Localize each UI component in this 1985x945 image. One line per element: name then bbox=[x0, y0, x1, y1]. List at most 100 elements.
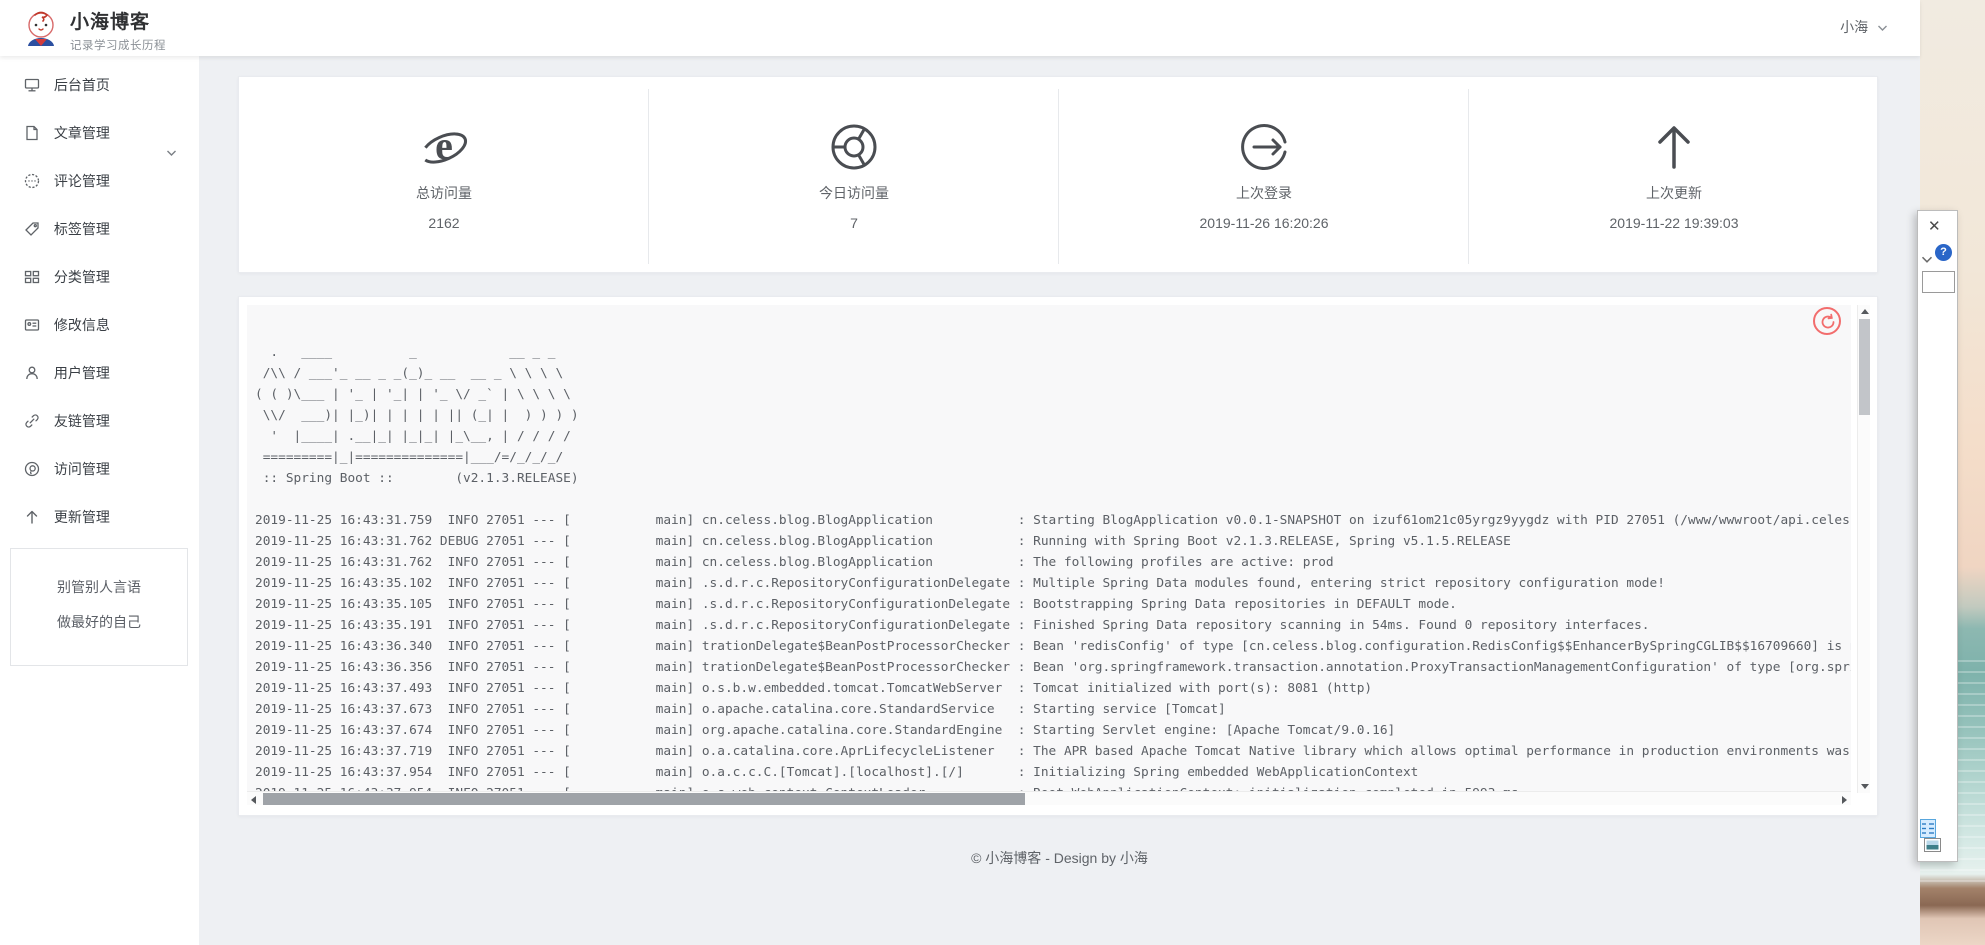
monitor-icon bbox=[24, 64, 40, 80]
stat-last-login: 上次登录 2019-11-26 16:20:26 bbox=[1059, 77, 1469, 274]
console-lines: . ____ _ __ _ _ /\\ / ___'_ __ _ _(_)_ _… bbox=[255, 321, 1851, 804]
stat-last-update: 上次更新 2019-11-22 19:39:03 bbox=[1469, 77, 1879, 274]
sidebar-item-users[interactable]: 用户管理 bbox=[0, 349, 199, 397]
console-line: ' |____| .__|_| |_|_| |_\__, | / / / / bbox=[255, 426, 1851, 447]
sidebar-item-label: 后台首页 bbox=[54, 77, 110, 93]
console-line: 2019-11-25 16:43:35.102 INFO 27051 --- [… bbox=[255, 573, 1851, 594]
sidebar-item-label: 友链管理 bbox=[54, 413, 110, 429]
app-header: 小海博客 记录学习成长历程 小海 bbox=[0, 0, 1920, 56]
scroll-left-arrow[interactable] bbox=[251, 796, 256, 804]
sidebar-item-label: 修改信息 bbox=[54, 317, 110, 333]
sidebar-item-label: 标签管理 bbox=[54, 221, 110, 237]
sidebar-item-articles[interactable]: 文章管理 bbox=[0, 109, 199, 157]
comment-icon bbox=[24, 160, 40, 176]
up-arrow-icon bbox=[24, 496, 40, 512]
console-line: 2019-11-25 16:43:35.105 INFO 27051 --- [… bbox=[255, 594, 1851, 615]
side-dialog: ✕ ? bbox=[1917, 210, 1958, 862]
user-name: 小海 bbox=[1840, 19, 1868, 35]
console-line: 2019-11-25 16:43:37.719 INFO 27051 --- [… bbox=[255, 741, 1851, 762]
sidebar-quote: 别管别人言语 做最好的自己 bbox=[10, 548, 188, 666]
refresh-button[interactable] bbox=[1813, 307, 1841, 335]
horizontal-scrollbar[interactable] bbox=[247, 791, 1851, 805]
app-subtitle: 记录学习成长历程 bbox=[70, 37, 166, 53]
console-line bbox=[255, 489, 1851, 510]
sidebar-item-dashboard[interactable]: 后台首页 bbox=[0, 61, 199, 109]
link-icon bbox=[24, 400, 40, 416]
user-icon bbox=[24, 352, 40, 368]
chevron-down-icon[interactable] bbox=[1921, 251, 1933, 269]
quote-line: 别管别人言语 bbox=[11, 570, 187, 605]
chevron-down-icon bbox=[1877, 24, 1888, 32]
console-line: . ____ _ __ _ _ bbox=[255, 342, 1851, 363]
logo-avatar[interactable] bbox=[22, 9, 60, 47]
sidebar-item-tags[interactable]: 标签管理 bbox=[0, 205, 199, 253]
stat-value: 2162 bbox=[239, 215, 649, 231]
console-line: :: Spring Boot :: (v2.1.3.RELEASE) bbox=[255, 468, 1851, 489]
close-icon[interactable]: ✕ bbox=[1928, 219, 1941, 235]
stat-label: 总访问量 bbox=[239, 183, 649, 203]
sidebar-item-label: 更新管理 bbox=[54, 509, 110, 525]
console-line: 2019-11-25 16:43:36.340 INFO 27051 --- [… bbox=[255, 636, 1851, 657]
stat-value: 7 bbox=[649, 215, 1059, 231]
help-icon[interactable]: ? bbox=[1935, 244, 1952, 261]
scroll-up-arrow[interactable] bbox=[1861, 309, 1869, 314]
brand-block: 小海博客 记录学习成长历程 bbox=[70, 7, 166, 53]
scroll-right-arrow[interactable] bbox=[1842, 796, 1847, 804]
console-line: 2019-11-25 16:43:31.762 INFO 27051 --- [… bbox=[255, 552, 1851, 573]
view-mode-toggle bbox=[1920, 819, 1957, 857]
sidebar-item-visits[interactable]: 访问管理 bbox=[0, 445, 199, 493]
log-console: . ____ _ __ _ _ /\\ / ___'_ __ _ _(_)_ _… bbox=[247, 305, 1851, 805]
stat-label: 上次更新 bbox=[1469, 183, 1879, 203]
console-line: /\\ / ___'_ __ _ _(_)_ __ __ _ \ \ \ \ bbox=[255, 363, 1851, 384]
sidebar-item-label: 分类管理 bbox=[54, 269, 110, 285]
vertical-scroll-thumb[interactable] bbox=[1859, 319, 1870, 415]
sidebar-item-label: 用户管理 bbox=[54, 365, 110, 381]
browser-page: 小海博客 记录学习成长历程 小海 后台首页 bbox=[0, 0, 1920, 945]
stats-card: e 总访问量 2162 今日访问量 7 bbox=[238, 76, 1878, 273]
page-footer: © 小海博客 - Design by 小海 bbox=[199, 848, 1920, 868]
sidebar-item-updates[interactable]: 更新管理 bbox=[0, 493, 199, 541]
screen: 小海博客 记录学习成长历程 小海 后台首页 bbox=[0, 0, 1985, 945]
log-card: . ____ _ __ _ _ /\\ / ___'_ __ _ _(_)_ _… bbox=[238, 296, 1878, 816]
stat-value: 2019-11-22 19:39:03 bbox=[1469, 215, 1879, 231]
tag-icon bbox=[24, 208, 40, 224]
sidebar-item-links[interactable]: 友链管理 bbox=[0, 397, 199, 445]
ie-logo-icon: e bbox=[239, 121, 649, 177]
compass-icon bbox=[24, 448, 40, 464]
login-icon bbox=[1059, 121, 1469, 177]
chrome-logo-icon bbox=[649, 121, 1059, 177]
sidebar-item-profile[interactable]: 修改信息 bbox=[0, 301, 199, 349]
sidebar-item-categories[interactable]: 分类管理 bbox=[0, 253, 199, 301]
stat-total-visits: e 总访问量 2162 bbox=[239, 77, 649, 274]
avatar-image bbox=[22, 9, 60, 47]
horizontal-scroll-thumb[interactable] bbox=[263, 793, 1025, 805]
refresh-icon bbox=[1819, 313, 1837, 331]
grid-icon bbox=[24, 256, 40, 272]
dialog-input[interactable] bbox=[1922, 271, 1955, 293]
stat-label: 今日访问量 bbox=[649, 183, 1059, 203]
scroll-down-arrow[interactable] bbox=[1861, 784, 1869, 789]
console-line: =========|_|==============|___/=/_/_/_/ bbox=[255, 447, 1851, 468]
console-line: \\/ ___)| |_)| | | | | || (_| | ) ) ) ) bbox=[255, 405, 1851, 426]
console-line: 2019-11-25 16:43:37.493 INFO 27051 --- [… bbox=[255, 678, 1851, 699]
sidebar-item-label: 访问管理 bbox=[54, 461, 110, 477]
console-line: 2019-11-25 16:43:37.674 INFO 27051 --- [… bbox=[255, 720, 1851, 741]
console-line: ( ( )\___ | '_ | '_| | '_ \/ _` | \ \ \ … bbox=[255, 384, 1851, 405]
quote-line: 做最好的自己 bbox=[11, 605, 187, 640]
console-line: 2019-11-25 16:43:36.356 INFO 27051 --- [… bbox=[255, 657, 1851, 678]
console-line: 2019-11-25 16:43:37.673 INFO 27051 --- [… bbox=[255, 699, 1851, 720]
vertical-scrollbar[interactable] bbox=[1857, 305, 1870, 793]
console-line: 2019-11-25 16:43:35.191 INFO 27051 --- [… bbox=[255, 615, 1851, 636]
thumbnail-view-icon[interactable] bbox=[1924, 838, 1941, 857]
sidebar-item-label: 评论管理 bbox=[54, 173, 110, 189]
sidebar-item-comments[interactable]: 评论管理 bbox=[0, 157, 199, 205]
document-icon bbox=[24, 112, 40, 128]
console-line: 2019-11-25 16:43:31.762 DEBUG 27051 --- … bbox=[255, 531, 1851, 552]
details-view-icon[interactable] bbox=[1920, 819, 1936, 838]
sidebar-item-label: 文章管理 bbox=[54, 125, 110, 141]
app-title: 小海博客 bbox=[70, 7, 166, 34]
user-menu[interactable]: 小海 bbox=[1840, 17, 1888, 37]
update-icon bbox=[1469, 121, 1879, 177]
stat-today-visits: 今日访问量 7 bbox=[649, 77, 1059, 274]
console-line: 2019-11-25 16:43:31.759 INFO 27051 --- [… bbox=[255, 510, 1851, 531]
